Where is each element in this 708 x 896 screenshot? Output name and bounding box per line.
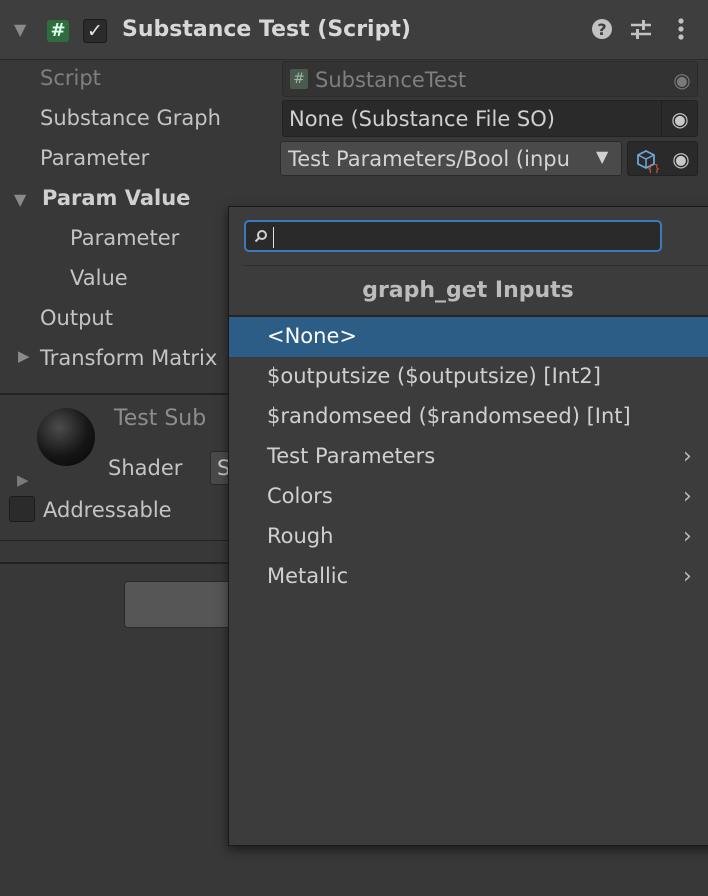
addressable-label: Addressable xyxy=(43,498,172,522)
menu-item-none[interactable]: <None> xyxy=(229,317,708,357)
parameter-dropdown-menu: graph_get Inputs <None> $outputsize ($ou… xyxy=(228,206,708,846)
menu-item-metallic[interactable]: Metallic › xyxy=(229,557,708,597)
script-field: # SubstanceTest ◉ xyxy=(282,61,698,97)
param-value-parameter-label: Parameter xyxy=(70,226,180,250)
submenu-chevron-icon: › xyxy=(683,484,692,509)
parameter-target-field[interactable]: {} ◉ xyxy=(627,141,698,176)
submenu-chevron-icon: › xyxy=(683,444,692,469)
substance-graph-value: None (Substance File SO) xyxy=(289,107,555,131)
parameter-label: Parameter xyxy=(40,146,150,170)
parameter-value: Test Parameters/Bool (inpu xyxy=(288,147,570,171)
menu-item-test-parameters[interactable]: Test Parameters › xyxy=(229,437,708,477)
object-picker-icon[interactable]: ◉ xyxy=(666,141,696,177)
foldout-arrow-icon[interactable]: ▶ xyxy=(18,347,30,365)
component-title: Substance Test (Script) xyxy=(122,17,411,42)
kebab-menu-icon[interactable] xyxy=(670,16,692,47)
help-icon[interactable]: ? xyxy=(589,16,615,47)
menu-item-randomseed[interactable]: $randomseed ($randomseed) [Int] xyxy=(229,397,708,437)
parameter-popup[interactable]: Test Parameters/Bool (inpu ▼ xyxy=(280,141,622,176)
submenu-chevron-icon: › xyxy=(683,564,692,589)
search-icon xyxy=(254,230,267,243)
material-name: Test Sub xyxy=(114,406,207,431)
substance-graph-field[interactable]: None (Substance File SO) ◉ xyxy=(282,100,698,137)
enabled-checkbox[interactable]: ✓ xyxy=(83,19,107,43)
submenu-chevron-icon: › xyxy=(683,524,692,549)
text-cursor xyxy=(273,227,274,248)
dropdown-title: graph_get Inputs xyxy=(362,278,574,303)
script-label: Script xyxy=(40,66,101,90)
script-value: SubstanceTest xyxy=(315,68,467,92)
chevron-down-icon: ▼ xyxy=(596,147,609,166)
param-value-value-label: Value xyxy=(70,266,128,290)
script-file-icon: # xyxy=(290,69,308,89)
material-preview-sphere xyxy=(37,408,95,466)
menu-item-colors[interactable]: Colors › xyxy=(229,477,708,517)
output-label: Output xyxy=(40,306,113,330)
foldout-arrow-icon[interactable]: ▼ xyxy=(14,20,26,39)
dropdown-divider xyxy=(243,265,708,266)
foldout-arrow-icon[interactable]: ▼ xyxy=(14,190,26,209)
addressable-checkbox[interactable] xyxy=(9,496,35,522)
object-picker-icon: ◉ xyxy=(673,68,691,92)
transform-matrix-label[interactable]: Transform Matrix xyxy=(40,346,217,370)
search-input[interactable] xyxy=(244,220,662,252)
svg-text:{}: {} xyxy=(647,162,660,173)
param-value-label[interactable]: Param Value xyxy=(42,186,190,210)
object-picker-icon[interactable]: ◉ xyxy=(665,101,695,137)
shader-label: Shader xyxy=(108,456,183,480)
menu-item-rough[interactable]: Rough › xyxy=(229,517,708,557)
substance-graph-label: Substance Graph xyxy=(40,106,221,130)
script-icon: # xyxy=(47,20,69,42)
svg-text:?: ? xyxy=(597,20,606,39)
settings-sliders-icon[interactable] xyxy=(628,16,654,47)
foldout-arrow-icon[interactable]: ▶ xyxy=(17,471,29,489)
substance-graph-icon: {} xyxy=(634,147,660,177)
menu-item-outputsize[interactable]: $outputsize ($outputsize) [Int2] xyxy=(229,357,708,397)
picker-divider xyxy=(661,101,662,136)
